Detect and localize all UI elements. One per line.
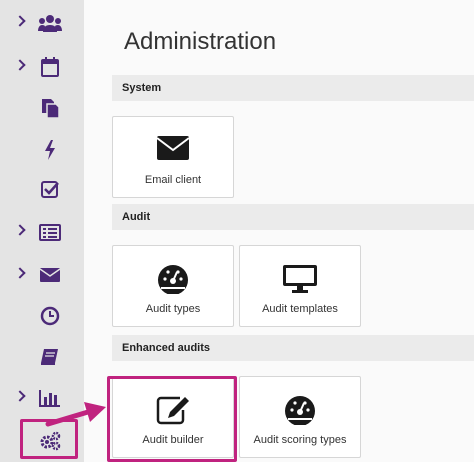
- section-header-enhanced-audits: Enhanced audits: [112, 335, 474, 361]
- users-icon: [38, 13, 62, 33]
- tile-audit-builder[interactable]: Audit builder: [112, 376, 234, 458]
- bolt-icon: [38, 140, 62, 160]
- tile-audit-templates[interactable]: Audit templates: [239, 245, 361, 327]
- sidebar-item-clock[interactable]: [0, 301, 84, 331]
- cogs-icon: [38, 431, 62, 451]
- chevron-right-icon[interactable]: [14, 267, 26, 279]
- envelope-icon: [38, 265, 62, 285]
- edit-icon: [113, 395, 233, 425]
- sidebar-item-users[interactable]: [0, 8, 84, 38]
- gauge-icon: [113, 264, 233, 294]
- tile-label: Audit types: [145, 303, 201, 315]
- envelope-icon: [113, 135, 233, 165]
- pointer-arrow-icon: [45, 402, 106, 427]
- section-header-system: System: [112, 75, 474, 101]
- page-title: Administration: [124, 28, 277, 55]
- tile-label: Audit builder: [142, 434, 204, 446]
- chevron-right-icon[interactable]: [14, 224, 26, 236]
- sidebar-item-list[interactable]: [0, 217, 84, 247]
- sidebar-item-settings[interactable]: [0, 426, 84, 456]
- chevron-right-icon[interactable]: [14, 59, 26, 71]
- gauge-icon: [240, 395, 360, 425]
- monitor-icon: [240, 264, 360, 294]
- sidebar-item-bolt[interactable]: [0, 135, 84, 165]
- sidebar-item-mail[interactable]: [0, 260, 84, 290]
- sidebar: [0, 0, 84, 462]
- sidebar-item-copy[interactable]: [0, 93, 84, 123]
- sidebar-item-check[interactable]: [0, 174, 84, 204]
- tile-audit-scoring-types[interactable]: Audit scoring types: [239, 376, 361, 458]
- tile-email-client[interactable]: Email client: [112, 116, 234, 198]
- tile-label: Audit templates: [262, 303, 338, 315]
- tile-label: Audit scoring types: [253, 434, 347, 446]
- copy-icon: [38, 98, 62, 118]
- section-header-audit: Audit: [112, 204, 474, 230]
- list-icon: [38, 222, 62, 242]
- clock-icon: [38, 306, 62, 326]
- sidebar-item-calendar[interactable]: [0, 52, 84, 82]
- tile-audit-types[interactable]: Audit types: [112, 245, 234, 327]
- sidebar-item-book[interactable]: [0, 342, 84, 372]
- calendar-icon: [38, 57, 62, 77]
- chevron-right-icon[interactable]: [14, 390, 26, 402]
- chevron-right-icon[interactable]: [14, 15, 26, 27]
- check-square-icon: [38, 179, 62, 199]
- tile-label: Email client: [144, 174, 202, 186]
- book-icon: [38, 347, 62, 367]
